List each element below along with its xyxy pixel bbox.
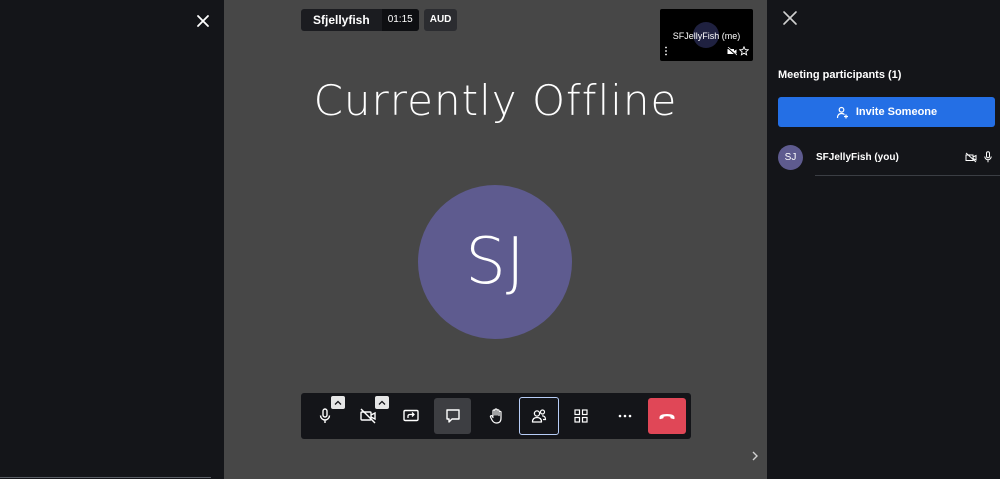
chat-button[interactable]: [434, 398, 471, 434]
participants-panel: Meeting participants (1) Invite Someone …: [767, 0, 1000, 479]
meeting-timer: 01:15: [381, 9, 419, 31]
camera-off-icon: [727, 47, 737, 56]
participants-title: Meeting participants (1): [778, 69, 902, 81]
raise-hand-button[interactable]: [477, 398, 514, 434]
share-screen-button[interactable]: [392, 398, 429, 434]
meeting-info-bar: Sfjellyfish 01:15 AUD: [301, 9, 458, 31]
phone-hangup-icon: [659, 414, 675, 420]
more-icon: [618, 414, 631, 418]
offline-headline: Currently Offline: [313, 76, 678, 125]
divider: [0, 477, 211, 478]
room-pill: Sfjellyfish 01:15: [301, 9, 419, 31]
chat-icon: [445, 409, 460, 423]
camera-off-icon: [965, 152, 977, 163]
share-screen-icon: [402, 409, 419, 422]
participant-avatar-large: SJ: [418, 185, 572, 339]
hand-icon: [489, 408, 502, 424]
grid-icon: [573, 409, 588, 423]
self-view-thumbnail[interactable]: SFJellyFish (me): [660, 9, 753, 61]
meeting-toolbar: [301, 393, 691, 439]
participants-button[interactable]: [519, 397, 559, 435]
left-panel: [0, 0, 224, 479]
close-icon[interactable]: [193, 11, 213, 31]
microphone-options-button[interactable]: [331, 396, 345, 409]
video-stage: Sfjellyfish 01:15 AUD Currently Offline …: [224, 0, 767, 479]
camera-options-button[interactable]: [375, 396, 389, 409]
hang-up-button[interactable]: [648, 398, 686, 434]
add-user-icon: [836, 106, 848, 118]
microphone-icon: [319, 408, 330, 423]
chevron-up-icon: [334, 400, 342, 405]
avatar: SJ: [778, 145, 803, 170]
self-view-label: SFJellyFish (me): [672, 31, 741, 41]
close-icon[interactable]: [781, 9, 799, 27]
room-name: Sfjellyfish: [313, 13, 370, 27]
camera-off-icon: [359, 408, 376, 424]
star-icon[interactable]: [739, 46, 749, 56]
participant-row[interactable]: SJ SFJellyFish (you): [778, 145, 1000, 176]
chevron-up-icon: [378, 400, 386, 405]
divider: [815, 175, 1000, 176]
tile-view-button[interactable]: [562, 398, 599, 434]
invite-label: Invite Someone: [855, 106, 938, 118]
chevron-right-icon[interactable]: [749, 450, 761, 462]
more-actions-button[interactable]: [606, 398, 643, 434]
participants-icon: [531, 409, 547, 423]
more-vertical-icon[interactable]: [664, 46, 668, 56]
invite-someone-button[interactable]: Invite Someone: [778, 97, 995, 127]
microphone-icon: [984, 151, 992, 163]
participant-name: SFJellyFish (you): [816, 152, 899, 163]
audio-badge: AUD: [423, 9, 458, 31]
